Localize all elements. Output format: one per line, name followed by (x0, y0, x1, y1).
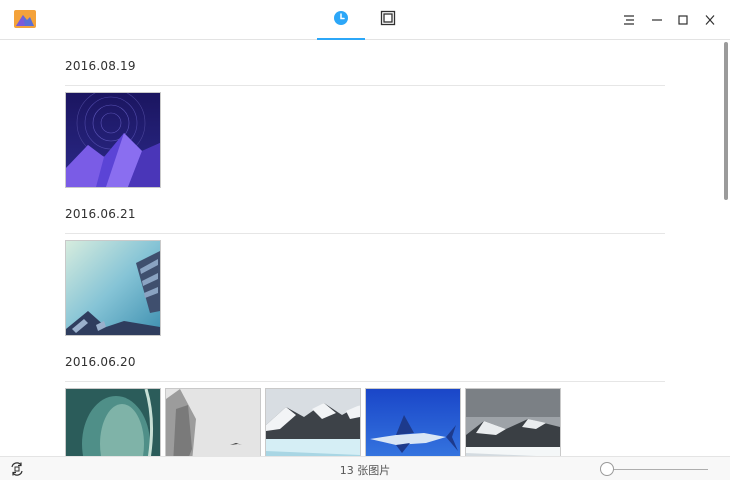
clock-icon (333, 10, 349, 30)
status-bar: 13 张图片 (0, 456, 730, 480)
timeline-view[interactable]: 2016.08.19 2016.06.21 2016.06.20 (0, 40, 730, 456)
divider (65, 381, 665, 382)
menu-icon (623, 10, 635, 29)
photo-thumbnail[interactable] (65, 92, 161, 188)
scrollbar[interactable] (723, 40, 729, 456)
album-icon (380, 10, 396, 30)
photo-thumbnail[interactable] (465, 388, 561, 456)
date-label: 2016.06.21 (65, 207, 136, 221)
zoom-slider-track[interactable] (608, 469, 708, 470)
photo-thumbnail[interactable] (165, 388, 261, 456)
photo-row (65, 92, 161, 188)
photo-row (65, 388, 561, 456)
tab-albums[interactable] (364, 0, 412, 40)
zoom-slider-handle[interactable] (600, 462, 614, 476)
title-bar (0, 0, 730, 40)
photo-row (65, 240, 161, 336)
scrollbar-thumb[interactable] (724, 42, 728, 200)
photo-count: 13 张图片 (339, 464, 391, 477)
close-icon (704, 10, 716, 29)
maximize-button[interactable] (671, 8, 695, 30)
maximize-icon (677, 10, 689, 29)
menu-button[interactable] (617, 8, 641, 30)
minimize-button[interactable] (645, 8, 669, 30)
photo-thumbnail[interactable] (65, 240, 161, 336)
date-label: 2016.06.20 (65, 355, 136, 369)
photo-thumbnail[interactable] (265, 388, 361, 456)
photo-thumbnail[interactable] (365, 388, 461, 456)
tab-timeline[interactable] (317, 0, 365, 40)
app-logo-icon (14, 10, 36, 28)
minimize-icon (651, 10, 663, 29)
date-label: 2016.08.19 (65, 59, 136, 73)
close-button[interactable] (698, 8, 722, 30)
photo-thumbnail[interactable] (65, 388, 161, 456)
divider (65, 233, 665, 234)
divider (65, 85, 665, 86)
